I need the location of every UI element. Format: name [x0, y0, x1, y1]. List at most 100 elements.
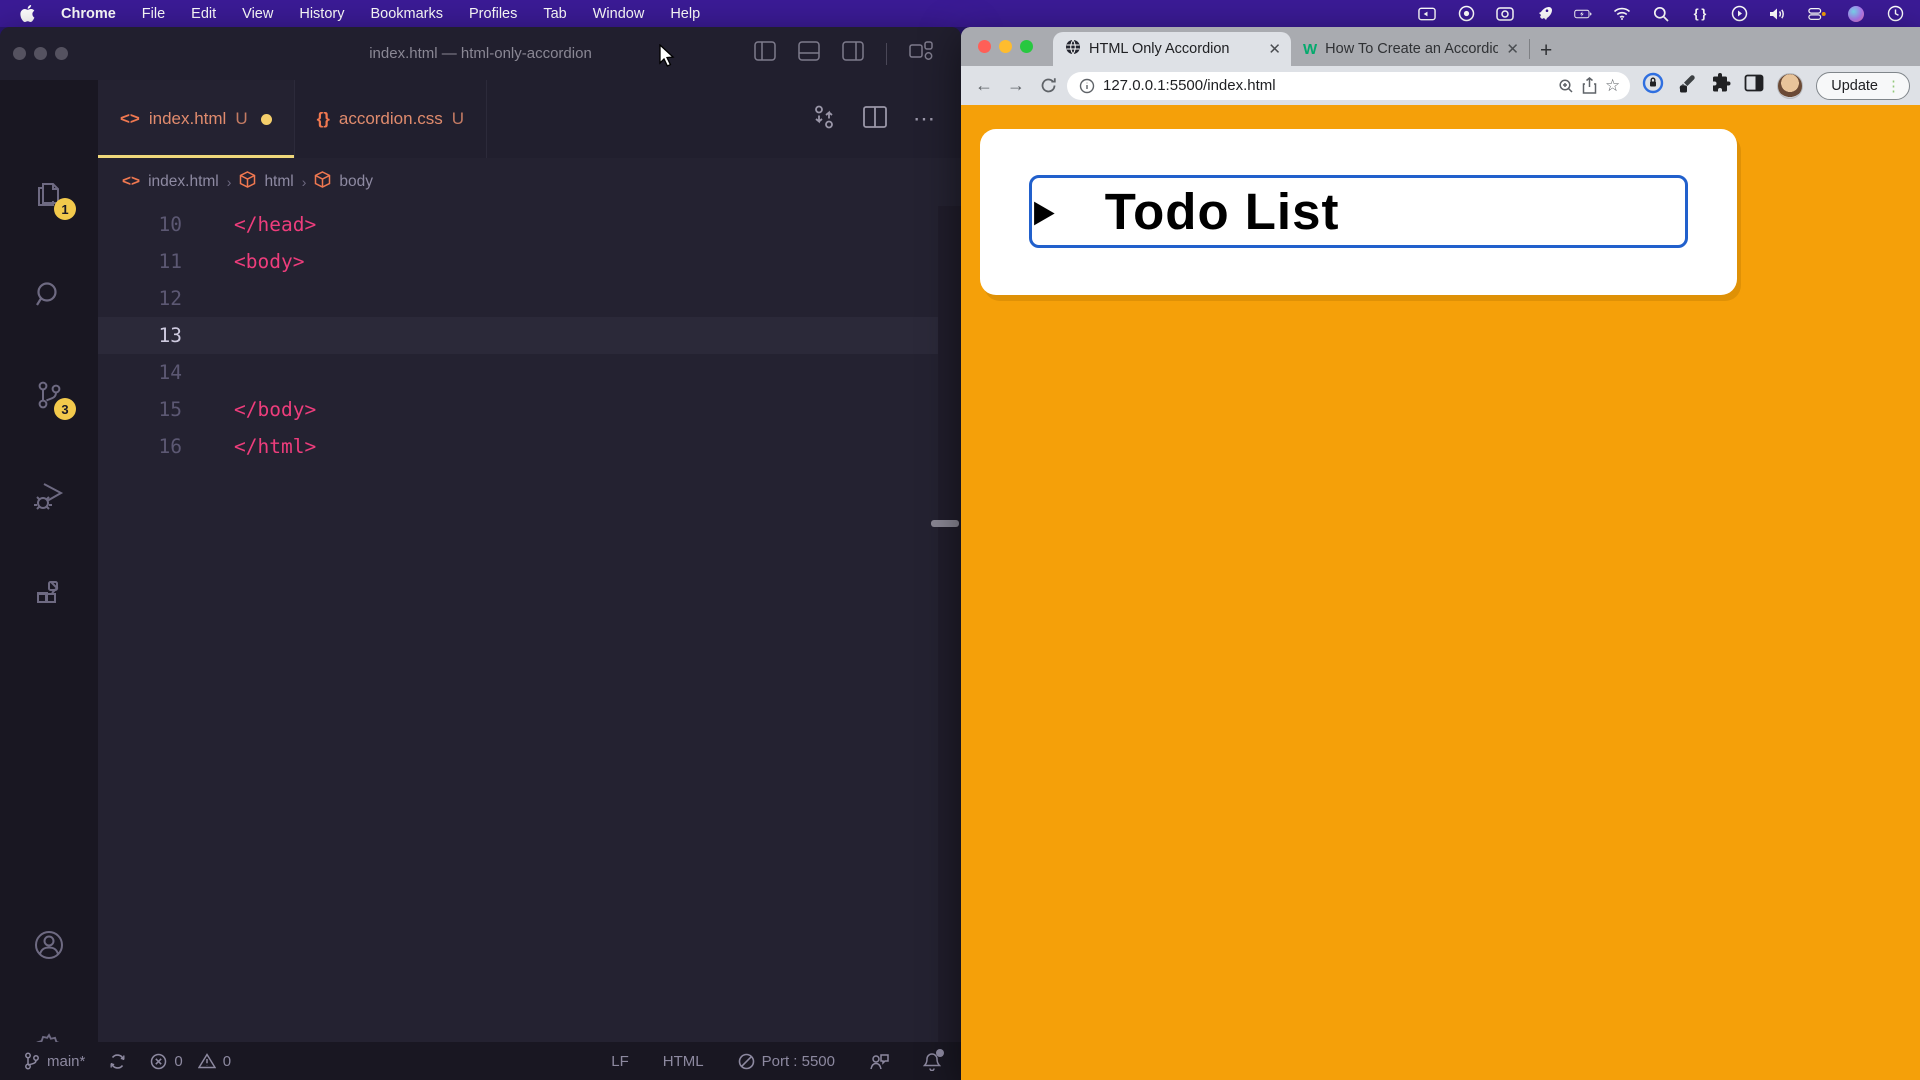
- zoom-window-button[interactable]: [1020, 40, 1033, 53]
- accordion-summary[interactable]: ▶ Todo List: [1029, 175, 1688, 248]
- play-circle-icon[interactable]: [1730, 5, 1748, 23]
- browser-menu-icon[interactable]: ⋮: [1886, 77, 1901, 95]
- run-debug-icon[interactable]: [32, 478, 66, 512]
- language-mode-indicator[interactable]: HTML: [663, 1053, 704, 1070]
- address-bar[interactable]: 127.0.0.1:5500/index.html ☆: [1067, 72, 1630, 100]
- breadcrumb-html[interactable]: html: [264, 173, 293, 191]
- minimize-window-button[interactable]: [34, 47, 47, 60]
- update-chrome-button[interactable]: Update ⋮: [1816, 72, 1910, 100]
- chrome-traffic-lights: [978, 40, 1033, 53]
- profile-avatar[interactable]: [1777, 73, 1803, 99]
- control-center-icon[interactable]: [1808, 5, 1826, 23]
- close-tab-icon[interactable]: ✕: [1506, 40, 1519, 58]
- volume-icon[interactable]: [1769, 5, 1787, 23]
- rocket-icon[interactable]: [1535, 5, 1553, 23]
- open-changes-icon[interactable]: [811, 104, 837, 135]
- breadcrumb-body[interactable]: body: [339, 173, 373, 191]
- side-panel-icon[interactable]: [1744, 73, 1764, 98]
- customize-layout-icon[interactable]: [909, 41, 933, 66]
- notification-dot: [936, 1049, 944, 1057]
- tab-index-html[interactable]: <> index.html U: [98, 80, 295, 158]
- split-editor-icon[interactable]: [863, 106, 887, 133]
- menu-window[interactable]: Window: [593, 6, 645, 22]
- chrome-tab-html-only-accordion[interactable]: HTML Only Accordion ✕: [1053, 32, 1291, 66]
- menu-view[interactable]: View: [242, 6, 273, 22]
- breadcrumb-separator: ›: [227, 174, 232, 190]
- record-icon[interactable]: [1457, 5, 1475, 23]
- site-info-icon[interactable]: [1079, 78, 1095, 94]
- breadcrumb: <> index.html › html › body: [98, 158, 961, 206]
- macos-menu-bar: Chrome File Edit View History Bookmarks …: [0, 0, 1920, 27]
- vscode-editor-group: <> index.html U {} accordion.css U ⋯: [98, 80, 961, 1042]
- tab-accordion-css[interactable]: {} accordion.css U: [295, 80, 487, 158]
- circle-slash-icon: [738, 1053, 755, 1070]
- more-actions-icon[interactable]: ⋯: [913, 106, 937, 132]
- symbol-box-icon: [239, 171, 256, 193]
- clock-icon[interactable]: [1886, 5, 1904, 23]
- menu-help[interactable]: Help: [670, 6, 700, 22]
- toggle-panel-icon[interactable]: [798, 41, 820, 66]
- zoom-window-button[interactable]: [55, 47, 68, 60]
- menu-app-chrome[interactable]: Chrome: [61, 6, 116, 22]
- assistant-icon[interactable]: [1847, 5, 1865, 23]
- eol-indicator[interactable]: LF: [611, 1053, 629, 1070]
- forward-button[interactable]: →: [1003, 73, 1029, 99]
- wifi-icon[interactable]: [1613, 5, 1631, 23]
- url-text[interactable]: 127.0.0.1:5500/index.html: [1103, 77, 1550, 94]
- battery-icon[interactable]: [1574, 5, 1592, 23]
- camera-icon[interactable]: [1496, 5, 1514, 23]
- notifications-item[interactable]: [923, 1052, 941, 1071]
- vscode-title-bar[interactable]: index.html — html-only-accordion: [0, 27, 961, 80]
- close-window-button[interactable]: [978, 40, 991, 53]
- menu-file[interactable]: File: [142, 6, 165, 22]
- code-line-active: 13: [98, 317, 938, 354]
- toggle-primary-sidebar-icon[interactable]: [754, 41, 776, 66]
- menu-bookmarks[interactable]: Bookmarks: [370, 6, 443, 22]
- privacy-extension-icon[interactable]: [1642, 72, 1664, 99]
- menu-tab[interactable]: Tab: [543, 6, 566, 22]
- code-braces-icon[interactable]: { }: [1691, 5, 1709, 23]
- back-button[interactable]: ←: [971, 73, 997, 99]
- reload-button[interactable]: [1035, 73, 1061, 99]
- code-line: 14: [98, 354, 938, 391]
- feedback-item[interactable]: [869, 1052, 889, 1070]
- live-server-port-item[interactable]: Port : 5500: [738, 1053, 835, 1070]
- colorpicker-extension-icon[interactable]: [1677, 73, 1697, 98]
- account-icon[interactable]: [32, 928, 66, 962]
- breadcrumb-file[interactable]: index.html: [148, 173, 219, 191]
- new-tab-button[interactable]: +: [1540, 39, 1552, 63]
- source-control-badge: 3: [54, 398, 76, 420]
- code-editor[interactable]: 10</head> 11<body> 12 13 14 15</body> 16…: [98, 206, 938, 1042]
- search-icon[interactable]: [32, 278, 66, 312]
- git-branch-item[interactable]: main*: [24, 1052, 85, 1070]
- menu-edit[interactable]: Edit: [191, 6, 216, 22]
- tab-label: accordion.css: [339, 109, 443, 129]
- apple-menu-icon[interactable]: [20, 5, 35, 22]
- window-resize-sash[interactable]: [931, 520, 959, 527]
- code-line: 11<body>: [98, 243, 938, 280]
- unsaved-changes-dot[interactable]: [261, 114, 272, 125]
- source-control-icon[interactable]: 3: [32, 378, 66, 412]
- html-file-icon: <>: [122, 173, 140, 191]
- close-window-button[interactable]: [13, 47, 26, 60]
- chrome-tab-how-to-create-accordion[interactable]: W How To Create an Accordion ✕: [1291, 32, 1529, 66]
- sync-changes-item[interactable]: [109, 1053, 126, 1070]
- problems-item[interactable]: 0 0: [150, 1053, 231, 1070]
- share-icon[interactable]: [1582, 77, 1597, 94]
- errors-icon: [150, 1053, 167, 1070]
- editor-scrollbar-area[interactable]: [938, 206, 961, 1042]
- menu-profiles[interactable]: Profiles: [469, 6, 517, 22]
- extensions-puzzle-icon[interactable]: [1710, 73, 1731, 99]
- chrome-toolbar: ← → 127.0.0.1:5500/index.html ☆ Update: [961, 66, 1920, 105]
- explorer-icon[interactable]: 1: [32, 178, 66, 212]
- menu-history[interactable]: History: [299, 6, 344, 22]
- zoom-page-icon[interactable]: [1558, 78, 1574, 94]
- extensions-icon[interactable]: [32, 578, 66, 612]
- w3schools-favicon: W: [1303, 41, 1317, 58]
- close-tab-icon[interactable]: ✕: [1268, 40, 1281, 58]
- bookmark-star-icon[interactable]: ☆: [1605, 76, 1620, 96]
- toggle-secondary-sidebar-icon[interactable]: [842, 41, 864, 66]
- screen-mirroring-icon[interactable]: [1418, 5, 1436, 23]
- minimize-window-button[interactable]: [999, 40, 1012, 53]
- spotlight-search-icon[interactable]: [1652, 5, 1670, 23]
